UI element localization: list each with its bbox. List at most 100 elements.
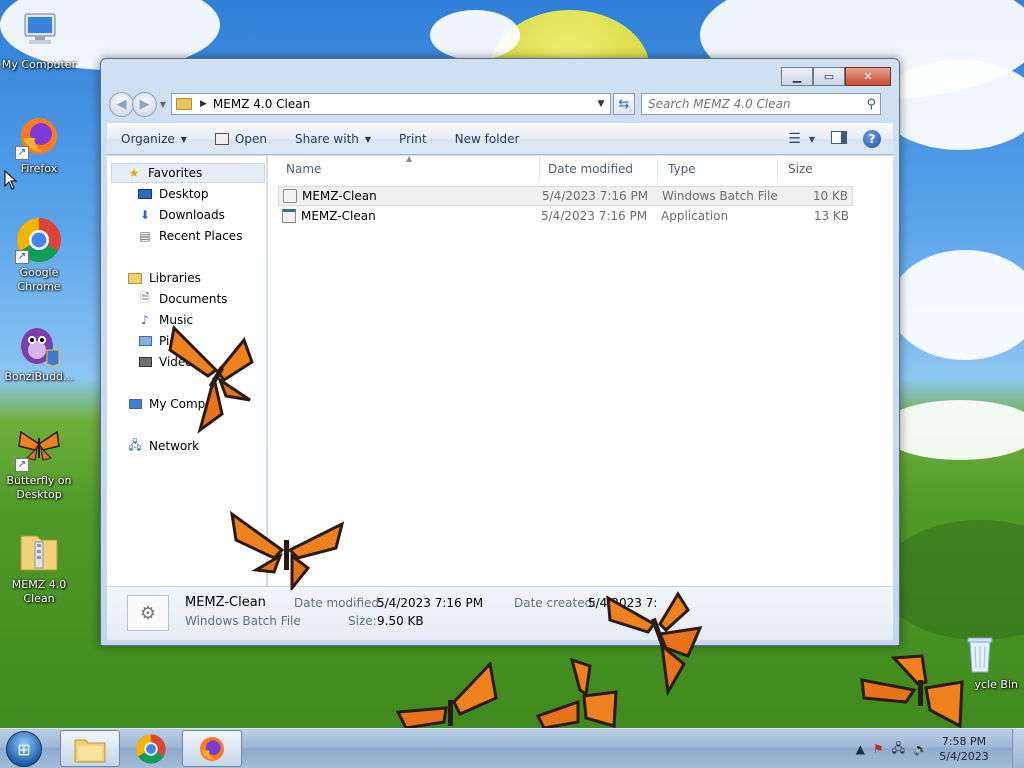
column-header-label: Size bbox=[788, 162, 813, 176]
nav-item-recent-places[interactable]: ▤ Recent Places bbox=[137, 226, 242, 246]
column-header-label: Type bbox=[668, 162, 696, 176]
address-bar[interactable]: ▶ MEMZ 4.0 Clean ▼ bbox=[171, 93, 611, 115]
taskbar: ⊞ ▲ ⚑ 🖧 🔊 7:58 PM 5/4/2023 bbox=[0, 728, 1024, 768]
column-header-size[interactable]: Size bbox=[778, 156, 858, 182]
wallpaper-hill-shadow bbox=[880, 520, 1024, 640]
butterfly-icon bbox=[229, 510, 345, 590]
desktop-icon-firefox[interactable]: ↗ Firefox bbox=[0, 112, 78, 176]
back-button[interactable]: ◀ bbox=[109, 91, 134, 117]
search-input[interactable] bbox=[648, 97, 858, 111]
command-bar: Organize ▼ Open Share with ▼ Print New fol… bbox=[107, 123, 893, 155]
recycle-bin-icon bbox=[960, 632, 1000, 676]
close-button[interactable]: ✕ bbox=[845, 67, 891, 86]
nav-item-label: Desktop bbox=[159, 187, 209, 201]
network-icon: 🖧 bbox=[128, 437, 142, 452]
downloads-icon: ⬇ bbox=[139, 208, 151, 222]
column-header-name[interactable]: Name ▲ bbox=[276, 154, 540, 182]
file-row[interactable]: MEMZ-Clean 5/4/2023 7:16 PM Application … bbox=[278, 207, 853, 227]
column-header-type[interactable]: Type bbox=[658, 156, 778, 182]
file-name: MEMZ-Clean bbox=[301, 209, 376, 223]
clock[interactable]: 7:58 PM 5/4/2023 bbox=[936, 734, 992, 764]
taskbar-chrome-button[interactable] bbox=[121, 730, 181, 767]
address-dropdown-icon[interactable]: ▼ bbox=[592, 99, 610, 109]
nav-item-libraries[interactable]: Libraries bbox=[127, 268, 201, 288]
search-box[interactable]: ⚲ bbox=[641, 93, 881, 115]
desktop-icon-chrome[interactable]: ↗ Google Chrome bbox=[0, 216, 78, 294]
shortcut-arrow-icon: ↗ bbox=[15, 250, 29, 264]
view-options-button[interactable]: ☰ ▼ bbox=[788, 131, 815, 147]
desktop-icon-butterfly[interactable]: ↗ Butterfly on Desktop bbox=[0, 424, 78, 502]
organize-label: Organize bbox=[121, 132, 175, 146]
nav-item-network[interactable]: 🖧 Network bbox=[127, 436, 199, 456]
share-with-button[interactable]: Share with ▼ bbox=[295, 132, 371, 146]
nav-item-documents[interactable]: 🗎 Documents bbox=[137, 289, 227, 309]
firefox-icon bbox=[200, 736, 224, 761]
nav-item-favorites[interactable]: ★ Favorites bbox=[111, 163, 265, 183]
shortcut-arrow-icon: ↗ bbox=[15, 146, 29, 160]
network-icon[interactable]: 🖧 bbox=[892, 739, 905, 760]
preview-pane-icon bbox=[831, 131, 847, 144]
clock-date: 5/4/2023 bbox=[939, 750, 989, 763]
back-arrow-icon: ◀ bbox=[116, 96, 127, 112]
show-desktop-button[interactable] bbox=[1012, 729, 1024, 768]
nav-item-label: Recent Places bbox=[159, 229, 243, 243]
desktop-icon-bonzibuddy[interactable]: BonziBudd... bbox=[0, 320, 78, 384]
nav-item-desktop[interactable]: Desktop bbox=[137, 184, 209, 204]
volume-icon[interactable]: 🔊 bbox=[913, 742, 928, 756]
refresh-button[interactable]: ⇆ bbox=[613, 93, 635, 115]
print-button[interactable]: Print bbox=[399, 132, 427, 146]
preview-pane-button[interactable] bbox=[831, 131, 847, 147]
help-icon[interactable]: ? bbox=[863, 130, 881, 148]
breadcrumb-separator-icon[interactable]: ▶ bbox=[200, 99, 207, 109]
show-hidden-icons-button[interactable]: ▲ bbox=[856, 742, 865, 756]
recent-pages-dropdown[interactable]: ▼ bbox=[157, 100, 169, 109]
clock-time: 7:58 PM bbox=[941, 735, 987, 748]
file-row[interactable]: MEMZ-Clean 5/4/2023 7:16 PM Windows Batc… bbox=[278, 186, 853, 206]
breadcrumb-current[interactable]: MEMZ 4.0 Clean bbox=[213, 97, 310, 111]
nav-item-label: Favorites bbox=[148, 166, 203, 180]
chrome-icon: ↗ bbox=[15, 216, 63, 264]
search-icon[interactable]: ⚲ bbox=[866, 97, 876, 112]
minimize-button[interactable]: ▁ bbox=[781, 67, 813, 86]
nav-item-label: Documents bbox=[159, 292, 228, 306]
windows-logo-icon: ⊞ bbox=[17, 739, 31, 759]
maximize-button[interactable]: ▭ bbox=[813, 67, 845, 86]
nav-item-downloads[interactable]: ⬇ Downloads bbox=[137, 205, 225, 225]
nav-item-label: Downloads bbox=[159, 208, 225, 222]
recent-places-icon: ▤ bbox=[139, 229, 151, 243]
file-size: 13 KB bbox=[813, 209, 849, 223]
minimize-icon: ▁ bbox=[792, 70, 802, 83]
action-center-flag-icon[interactable]: ⚑ bbox=[873, 742, 884, 756]
close-icon: ✕ bbox=[863, 70, 873, 83]
column-header-date-modified[interactable]: Date modified bbox=[538, 156, 658, 182]
music-icon: ♪ bbox=[141, 313, 149, 327]
new-folder-button[interactable]: New folder bbox=[455, 132, 520, 146]
start-button[interactable]: ⊞ bbox=[6, 731, 42, 767]
details-date-created-label: Date created: bbox=[514, 596, 597, 610]
batch-file-thumbnail-icon: ⚙ bbox=[127, 595, 169, 631]
organize-button[interactable]: Organize ▼ bbox=[121, 132, 187, 146]
application-icon bbox=[282, 209, 296, 223]
butterfly-icon bbox=[535, 657, 618, 728]
documents-icon: 🗎 bbox=[140, 290, 150, 305]
column-header-label: Date modified bbox=[548, 162, 634, 176]
desktop-icon bbox=[137, 187, 153, 201]
print-label: Print bbox=[399, 132, 427, 146]
desktop-icon-memz-folder[interactable]: MEMZ 4.0 Clean bbox=[0, 528, 78, 606]
folder-icon bbox=[74, 739, 106, 762]
chrome-icon bbox=[136, 733, 166, 764]
sort-ascending-icon: ▲ bbox=[406, 154, 413, 163]
file-name: MEMZ-Clean bbox=[302, 189, 377, 203]
file-type: Windows Batch File bbox=[662, 189, 778, 203]
desktop-icon-label: Butterfly on Desktop bbox=[6, 474, 72, 501]
file-list: Name ▲ Date modified Type Size MEMZ-Clea… bbox=[268, 154, 893, 586]
forward-button[interactable]: ▶ bbox=[132, 91, 157, 117]
firefox-icon: ↗ bbox=[15, 112, 63, 160]
desktop-icon-my-computer[interactable]: My Computer bbox=[0, 8, 78, 72]
open-button[interactable]: Open bbox=[214, 132, 267, 146]
taskbar-explorer-button[interactable] bbox=[60, 730, 120, 767]
pictures-icon bbox=[137, 334, 153, 348]
chevron-down-icon: ▼ bbox=[364, 134, 372, 144]
taskbar-firefox-button[interactable] bbox=[182, 730, 242, 767]
new-folder-label: New folder bbox=[454, 132, 520, 146]
